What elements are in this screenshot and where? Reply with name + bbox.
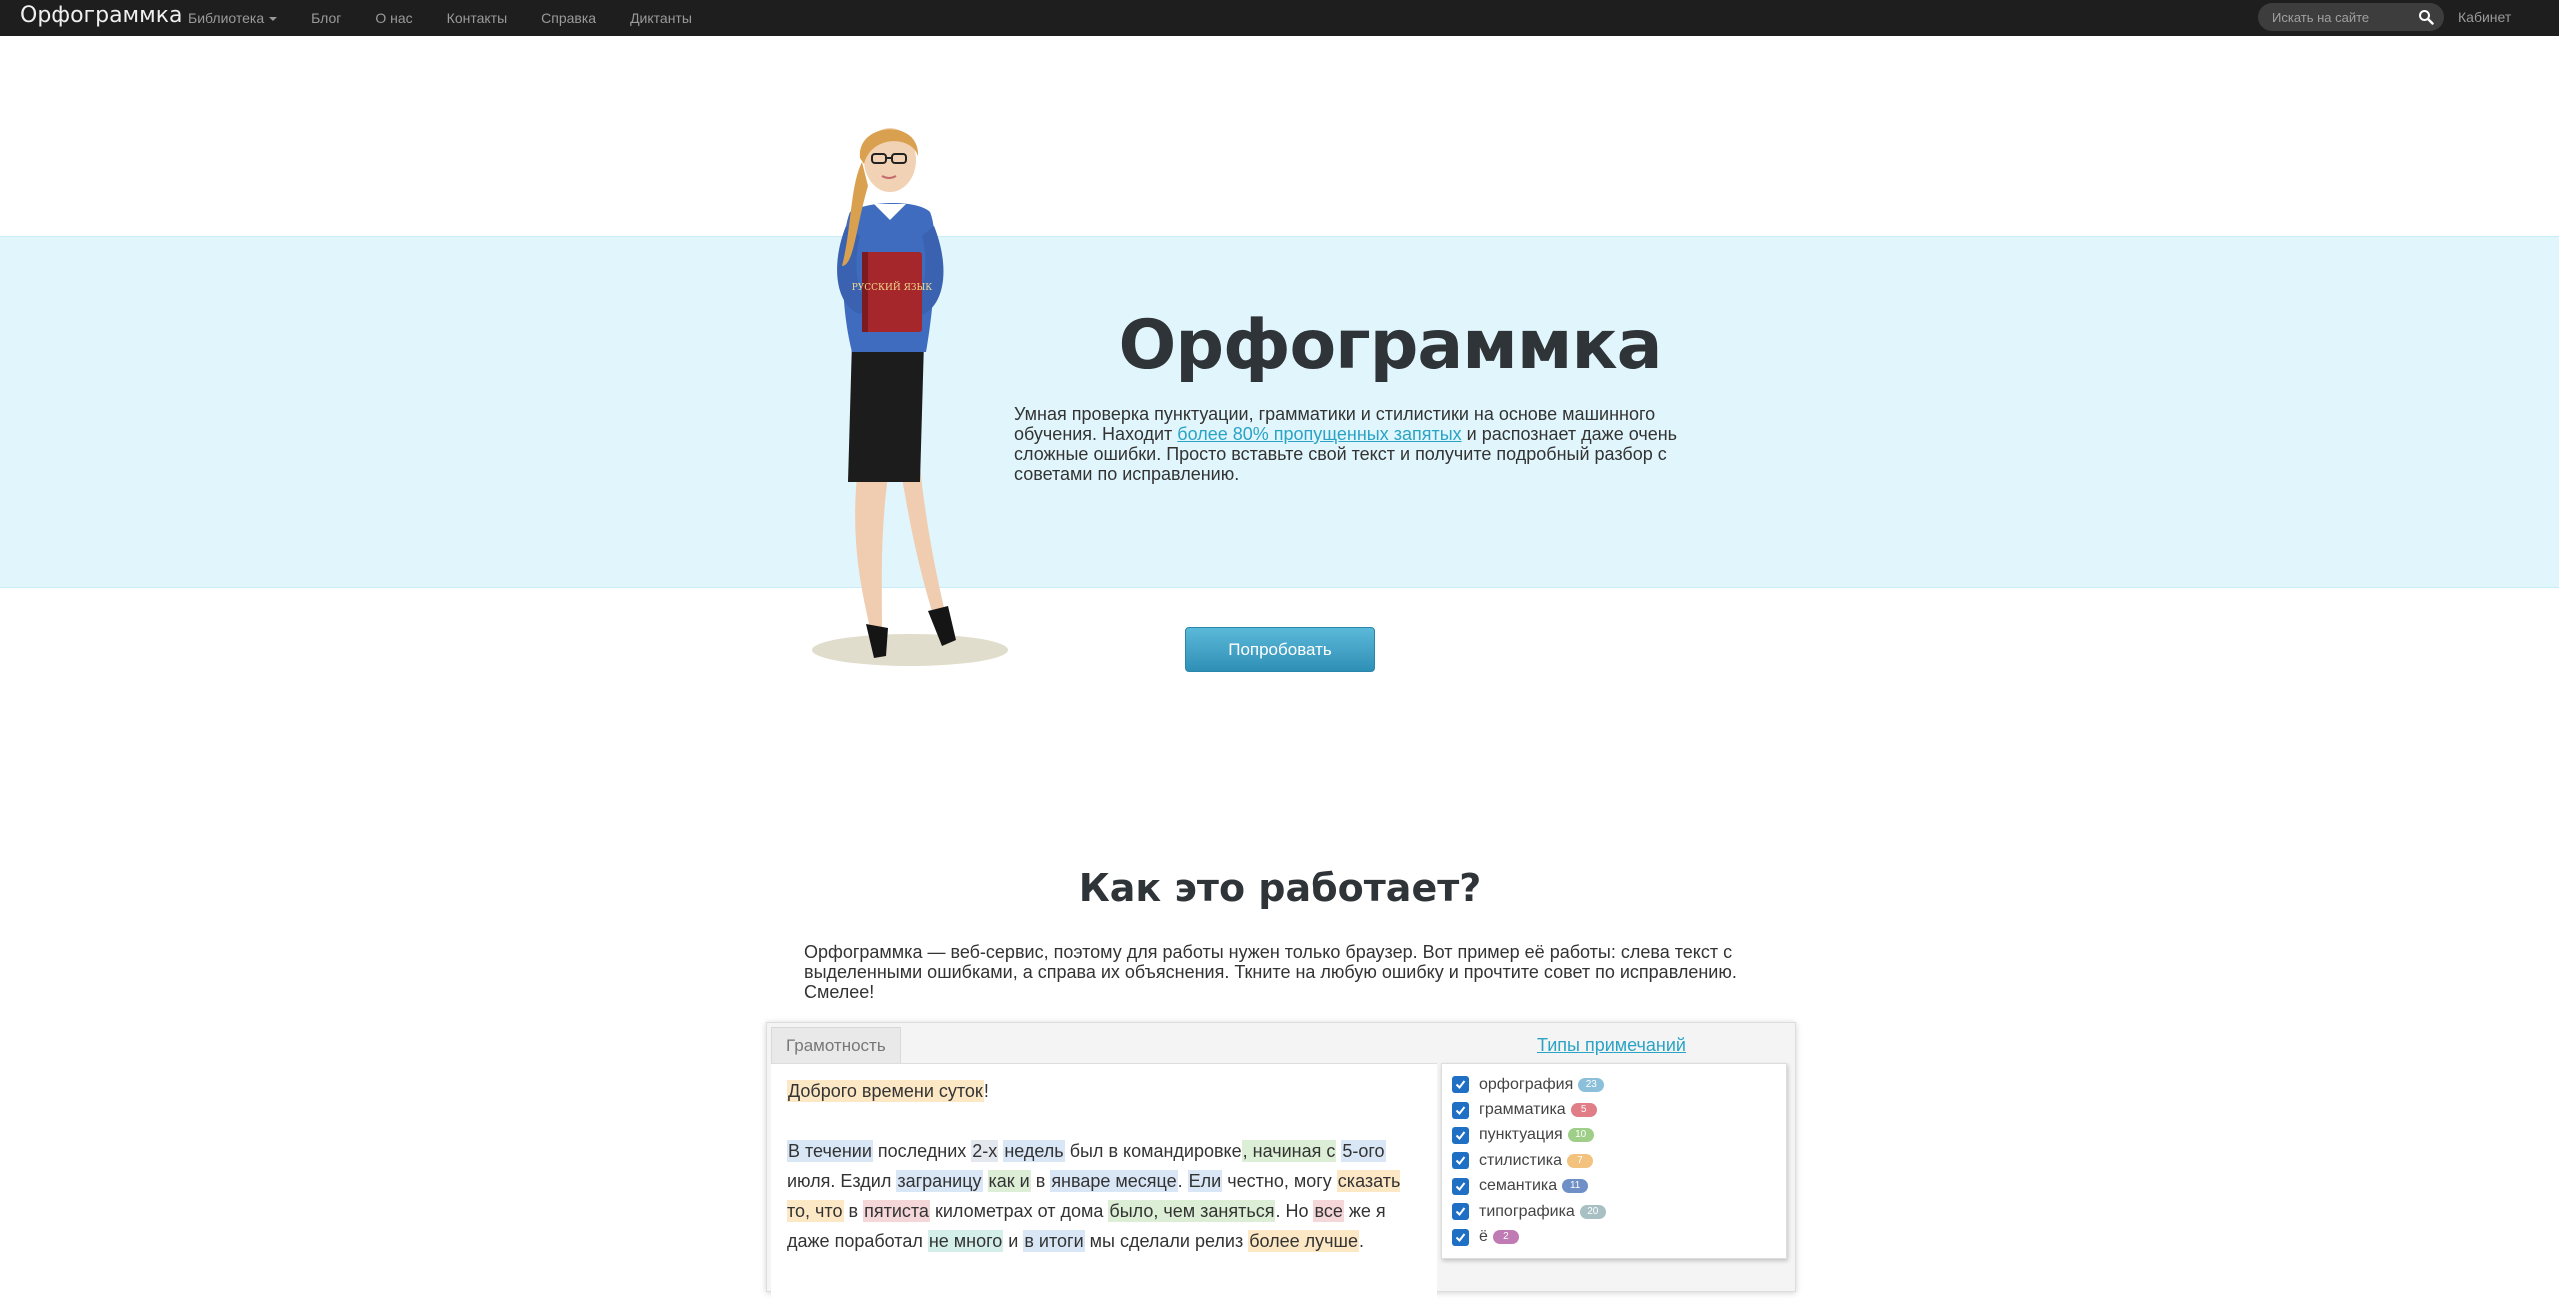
- demo-text: !: [983, 1081, 989, 1101]
- nav-about[interactable]: О нас: [375, 10, 412, 26]
- error-highlight[interactable]: В течении: [787, 1140, 873, 1162]
- hero-title: Орфограммка: [1118, 306, 1663, 385]
- error-highlight[interactable]: Ели: [1187, 1170, 1223, 1192]
- caret-down-icon: [269, 17, 278, 22]
- annotation-type-row: пунктуация 10: [1452, 1123, 1776, 1148]
- demo-text: честно, могу: [1222, 1171, 1337, 1191]
- demo-text: [983, 1171, 988, 1191]
- annotation-count-badge: 5: [1570, 1103, 1597, 1118]
- annotation-type-row: грамматика 5: [1452, 1097, 1776, 1122]
- annotation-type-label: типографика: [1479, 1202, 1575, 1220]
- annotation-type-row: орфография 23: [1452, 1072, 1776, 1097]
- annotation-count-badge: 23: [1578, 1077, 1605, 1092]
- teacher-illustration: РУССКИЙ ЯЗЫК: [812, 128, 1008, 666]
- annotation-types-list: орфография 23 грамматика 5 пунктуация 10 стили…: [1441, 1063, 1787, 1259]
- top-navbar: Орфограммка Библиотека Блог О нас Контак…: [0, 0, 2559, 36]
- checkmark-icon: [1455, 1105, 1466, 1115]
- nav-links: Библиотека Блог О нас Контакты Справка Д…: [188, 0, 726, 36]
- error-highlight[interactable]: было, чем заняться: [1108, 1200, 1276, 1222]
- annotation-type-label: пунктуация: [1479, 1126, 1563, 1144]
- checkmark-icon: [1455, 1232, 1466, 1242]
- annotation-type-checkbox[interactable]: [1452, 1177, 1469, 1195]
- annotation-type-label: стилистика: [1479, 1151, 1563, 1169]
- checkmark-icon: [1455, 1207, 1466, 1217]
- checkmark-icon: [1455, 1080, 1466, 1090]
- annotation-type-checkbox[interactable]: [1452, 1101, 1469, 1119]
- annotation-type-checkbox[interactable]: [1452, 1076, 1469, 1094]
- annotation-count-badge: 10: [1567, 1128, 1594, 1143]
- annotation-type-row: типографика 20: [1452, 1199, 1776, 1224]
- search-box: [2258, 3, 2444, 31]
- checkmark-icon: [1455, 1182, 1466, 1191]
- error-highlight[interactable]: как и: [987, 1170, 1031, 1192]
- error-highlight[interactable]: не много: [927, 1230, 1004, 1252]
- demo-text: июля. Ездил: [787, 1171, 897, 1191]
- brand-logo[interactable]: Орфограммка: [20, 3, 183, 28]
- error-highlight[interactable]: январе месяце: [1050, 1170, 1178, 1192]
- book-title: РУССКИЙ ЯЗЫК: [852, 281, 933, 293]
- annotation-type-checkbox[interactable]: [1452, 1152, 1469, 1170]
- demo-text: был в командировке: [1064, 1141, 1242, 1161]
- error-highlight[interactable]: пятиста: [863, 1200, 930, 1222]
- nav-help[interactable]: Справка: [541, 10, 596, 26]
- checkmark-icon: [1455, 1131, 1466, 1140]
- demo-text: и: [1003, 1231, 1024, 1251]
- annotation-type-row: стилистика 7: [1452, 1148, 1776, 1173]
- search-icon[interactable]: [2418, 9, 2434, 25]
- cabinet-link[interactable]: Кабинет: [2458, 9, 2511, 25]
- error-highlight[interactable]: более лучше: [1248, 1230, 1359, 1252]
- error-highlight[interactable]: заграницу: [896, 1170, 983, 1192]
- error-highlight[interactable]: в итоги: [1023, 1230, 1085, 1252]
- error-highlight[interactable]: 5-ого: [1341, 1140, 1386, 1162]
- nav-library-dropdown[interactable]: Библиотека: [188, 10, 278, 26]
- demo-text: последних: [872, 1141, 972, 1161]
- annotation-count-badge: 11: [1562, 1179, 1589, 1194]
- demo-text: .: [1177, 1171, 1188, 1191]
- nav-dictations[interactable]: Диктанты: [630, 10, 692, 26]
- demo-paragraph-2: В течении последних 2-х недель был в ком…: [787, 1136, 1421, 1256]
- annotation-type-label: семантика: [1479, 1177, 1558, 1195]
- demo-text: мы сделали релиз: [1084, 1231, 1249, 1251]
- error-highlight[interactable]: , начиная с: [1241, 1140, 1337, 1162]
- try-button[interactable]: Попробовать: [1185, 627, 1375, 672]
- annotation-count-badge: 2: [1492, 1230, 1519, 1245]
- demo-text: в: [843, 1201, 864, 1221]
- annotation-type-label: ё: [1479, 1228, 1488, 1246]
- hero-stats-link[interactable]: более 80% пропущенных запятых: [1177, 424, 1461, 444]
- error-highlight[interactable]: все: [1313, 1200, 1344, 1222]
- annotation-type-checkbox[interactable]: [1452, 1203, 1469, 1221]
- nav-contacts[interactable]: Контакты: [447, 10, 507, 26]
- annotation-type-checkbox[interactable]: [1452, 1126, 1469, 1144]
- demo-text: километрах от дома: [929, 1201, 1109, 1221]
- annotation-count-badge: 7: [1567, 1153, 1594, 1168]
- how-it-works-text: Орфограммка — веб-сервис, поэтому для ра…: [804, 942, 1737, 1002]
- demo-text: .: [1359, 1231, 1365, 1251]
- how-it-works-title: Как это работает?: [1078, 866, 1482, 910]
- tab-literacy[interactable]: Грамотность: [771, 1027, 901, 1063]
- hero-description: Умная проверка пунктуации, грамматики и …: [1014, 404, 1704, 484]
- error-highlight[interactable]: Доброго времени суток: [787, 1080, 984, 1102]
- nav-library-label: Библиотека: [188, 10, 265, 26]
- annotation-type-label: грамматика: [1479, 1101, 1566, 1119]
- search-input[interactable]: [2272, 9, 2422, 25]
- annotation-count-badge: 20: [1579, 1204, 1606, 1219]
- annotation-type-label: орфография: [1479, 1075, 1574, 1093]
- demo-widget: Грамотность Типы примечаний Доброго врем…: [766, 1022, 1796, 1303]
- demo-paragraph-1: Доброго времени суток!: [787, 1076, 1421, 1106]
- error-highlight[interactable]: 2-х: [971, 1140, 999, 1162]
- checkmark-icon: [1455, 1156, 1466, 1166]
- annotation-type-row: ё2: [1452, 1224, 1776, 1249]
- demo-text: . Но: [1275, 1201, 1314, 1221]
- annotation-type-row: семантика 11: [1452, 1174, 1776, 1199]
- nav-blog[interactable]: Блог: [311, 10, 341, 26]
- annotation-types-link[interactable]: Типы примечаний: [1537, 1035, 1686, 1056]
- annotation-type-checkbox[interactable]: [1452, 1228, 1469, 1246]
- error-highlight[interactable]: недель: [1003, 1140, 1065, 1162]
- demo-text: в: [1030, 1171, 1051, 1191]
- demo-text-pane: Доброго времени суток! В течении последн…: [771, 1063, 1437, 1303]
